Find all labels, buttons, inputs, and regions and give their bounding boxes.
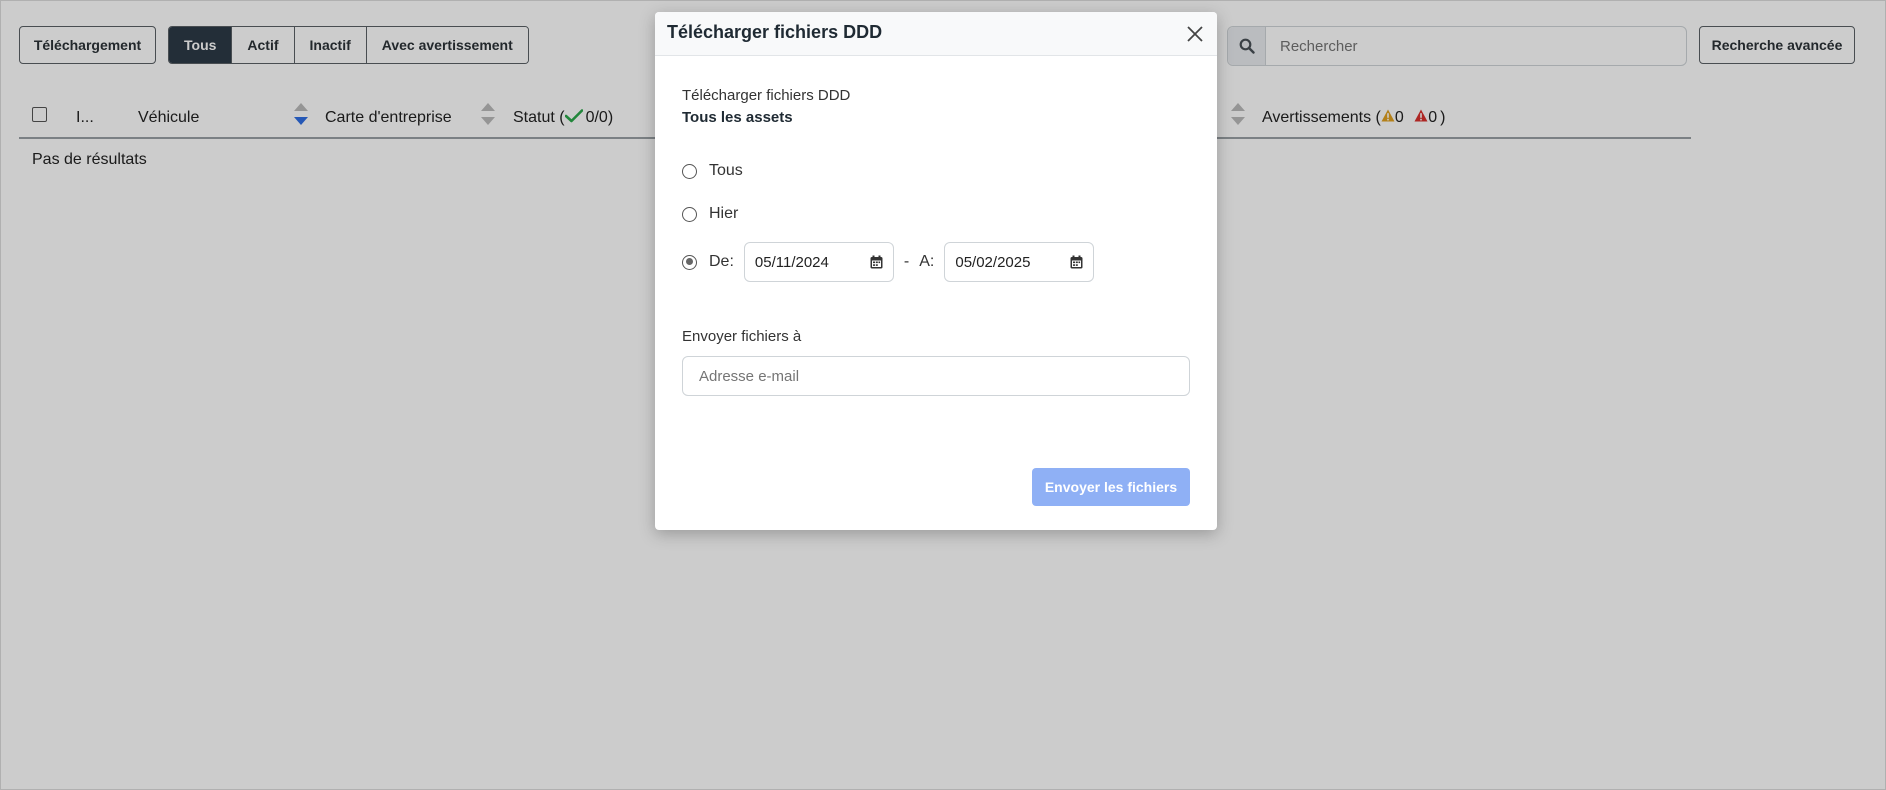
- radio-yesterday[interactable]: [682, 206, 697, 222]
- modal-title: Télécharger fichiers DDD: [667, 22, 883, 42]
- range-separator: -: [903, 253, 910, 270]
- email-field-wrapper: [682, 356, 1190, 396]
- assets-label: Tous les assets: [682, 109, 793, 126]
- to-date-value: 05/02/2025: [955, 253, 1031, 271]
- email-label: Envoyer fichiers à: [682, 328, 802, 345]
- send-files-button[interactable]: Envoyer les fichiers: [1032, 468, 1190, 506]
- download-ddd-modal: Télécharger fichiers DDD Télécharger fic…: [655, 12, 1217, 530]
- option-date-range: De: 05/11/2024 - A: 05/02/2025: [682, 242, 1095, 282]
- option-yesterday[interactable]: Hier: [682, 205, 738, 223]
- calendar-icon[interactable]: [1070, 255, 1083, 269]
- calendar-icon[interactable]: [870, 255, 883, 269]
- close-icon[interactable]: [1185, 24, 1205, 44]
- option-yesterday-label: Hier: [709, 205, 739, 222]
- from-label: De:: [709, 253, 734, 270]
- option-all-label: Tous: [709, 162, 743, 179]
- to-label: A:: [919, 253, 935, 270]
- modal-subtitle: Télécharger fichiers DDD: [682, 87, 851, 104]
- from-date-input[interactable]: 05/11/2024: [743, 242, 894, 282]
- email-field[interactable]: [683, 357, 1189, 395]
- to-date-input[interactable]: 05/02/2025: [944, 242, 1095, 282]
- option-all[interactable]: Tous: [682, 162, 743, 180]
- modal-header: Télécharger fichiers DDD: [655, 12, 1217, 56]
- from-date-value: 05/11/2024: [754, 253, 829, 271]
- radio-date-range[interactable]: [682, 254, 697, 270]
- radio-all[interactable]: [682, 163, 697, 179]
